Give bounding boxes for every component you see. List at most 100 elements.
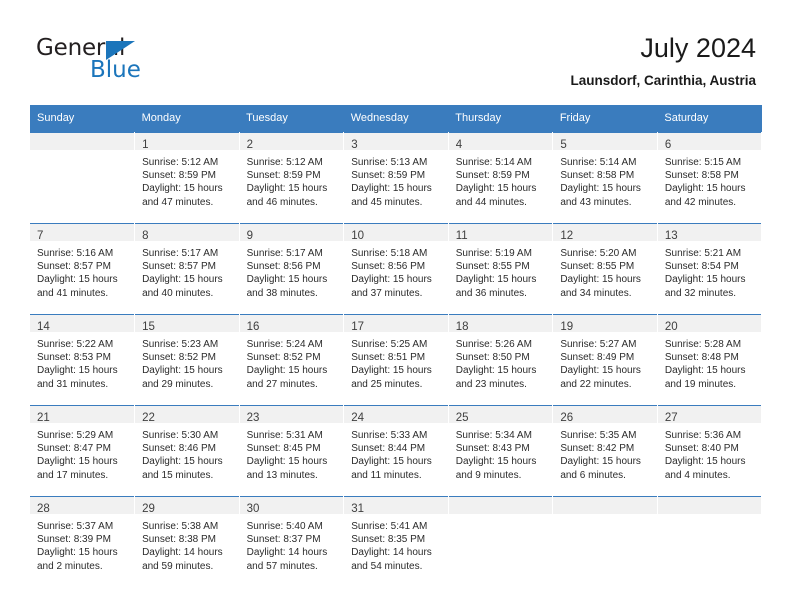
day-cell[interactable]: 26 Sunrise: 5:35 AM Sunset: 8:42 PM Dayl…	[552, 405, 658, 497]
daylight-text-line1: Daylight: 15 hours	[560, 456, 641, 468]
day-cell[interactable]: 25 Sunrise: 5:34 AM Sunset: 8:43 PM Dayl…	[448, 405, 554, 497]
day-number-band: 11	[448, 224, 553, 242]
day-number-band: 28	[30, 497, 135, 515]
day-cell[interactable]: 13 Sunrise: 5:21 AM Sunset: 8:54 PM Dayl…	[657, 223, 763, 315]
daylight-text-line2: and 17 minutes.	[37, 469, 109, 481]
sunrise-text: Sunrise: 5:21 AM	[664, 248, 742, 259]
day-cell[interactable]: 19 Sunrise: 5:27 AM Sunset: 8:49 PM Dayl…	[552, 314, 658, 406]
day-cell[interactable]: 14 Sunrise: 5:22 AM Sunset: 8:53 PM Dayl…	[30, 314, 136, 406]
day-cell[interactable]: 12 Sunrise: 5:20 AM Sunset: 8:55 PM Dayl…	[552, 223, 658, 315]
day-cell[interactable]: 11 Sunrise: 5:19 AM Sunset: 8:55 PM Dayl…	[448, 223, 554, 315]
daylight-text-line1: Daylight: 15 hours	[37, 456, 118, 468]
day-cell[interactable]: 30 Sunrise: 5:40 AM Sunset: 8:37 PM Dayl…	[239, 496, 345, 587]
daylight-text-line1: Daylight: 15 hours	[560, 365, 641, 377]
day-cell[interactable]: 2 Sunrise: 5:12 AM Sunset: 8:59 PM Dayli…	[239, 132, 345, 224]
day-cell[interactable]: 27 Sunrise: 5:36 AM Sunset: 8:40 PM Dayl…	[657, 405, 763, 497]
day-cell[interactable]: 9 Sunrise: 5:17 AM Sunset: 8:56 PM Dayli…	[239, 223, 345, 315]
calendar-week-row: 28 Sunrise: 5:37 AM Sunset: 8:39 PM Dayl…	[30, 496, 763, 587]
day-cell[interactable]: 6 Sunrise: 5:15 AM Sunset: 8:58 PM Dayli…	[657, 132, 763, 224]
day-number: 9	[246, 230, 254, 242]
calendar-week-row: 7 Sunrise: 5:16 AM Sunset: 8:57 PM Dayli…	[30, 223, 763, 315]
page-title: July 2024	[640, 33, 756, 63]
day-cell[interactable]: 20 Sunrise: 5:28 AM Sunset: 8:48 PM Dayl…	[657, 314, 763, 406]
day-cell[interactable]: 24 Sunrise: 5:33 AM Sunset: 8:44 PM Dayl…	[343, 405, 449, 497]
sunrise-text: Sunrise: 5:27 AM	[560, 339, 637, 350]
sunrise-text: Sunrise: 5:26 AM	[455, 339, 532, 350]
day-cell[interactable]: 18 Sunrise: 5:26 AM Sunset: 8:50 PM Dayl…	[448, 314, 554, 406]
day-number: 4	[455, 139, 463, 151]
day-number: 26	[560, 412, 574, 424]
day-cell-body: Sunrise: 5:27 AM Sunset: 8:49 PM Dayligh…	[553, 332, 657, 391]
weekday-header-thursday: Thursday	[448, 105, 553, 133]
day-number: 28	[37, 503, 50, 515]
day-cell[interactable]: 10 Sunrise: 5:18 AM Sunset: 8:56 PM Dayl…	[343, 223, 449, 315]
daylight-text-line1: Daylight: 15 hours	[37, 365, 118, 377]
day-cell-body: Sunrise: 5:12 AM Sunset: 8:59 PM Dayligh…	[135, 150, 239, 209]
daylight-text-line1: Daylight: 15 hours	[455, 183, 537, 195]
sunset-text: Sunset: 8:58 PM	[560, 170, 635, 182]
daylight-text-line1: Daylight: 15 hours	[246, 274, 328, 286]
day-number-band: 20	[657, 315, 762, 333]
sunrise-text: Sunrise: 5:25 AM	[351, 339, 428, 350]
day-cell[interactable]: 23 Sunrise: 5:31 AM Sunset: 8:45 PM Dayl…	[239, 405, 345, 497]
sunset-text: Sunset: 8:59 PM	[142, 170, 216, 182]
day-cell-empty	[30, 132, 136, 224]
day-number-band: 18	[448, 315, 553, 333]
day-number-band: 15	[135, 315, 239, 333]
day-cell[interactable]: 15 Sunrise: 5:23 AM Sunset: 8:52 PM Dayl…	[134, 314, 240, 406]
daylight-text-line2: and 36 minutes.	[455, 287, 527, 299]
daylight-text-line2: and 27 minutes.	[246, 378, 318, 390]
day-cell[interactable]: 29 Sunrise: 5:38 AM Sunset: 8:38 PM Dayl…	[134, 496, 240, 587]
weekday-header-saturday: Saturday	[657, 105, 762, 133]
day-cell[interactable]: 1 Sunrise: 5:12 AM Sunset: 8:59 PM Dayli…	[134, 132, 240, 224]
day-number-band: 8	[135, 224, 239, 242]
day-number: 2	[246, 139, 254, 151]
day-number-band	[448, 497, 553, 514]
day-number: 19	[560, 321, 574, 333]
day-number-band: 3	[344, 133, 448, 151]
day-cell[interactable]: 28 Sunrise: 5:37 AM Sunset: 8:39 PM Dayl…	[30, 496, 136, 587]
daylight-text-line2: and 57 minutes.	[246, 560, 318, 572]
day-cell[interactable]: 5 Sunrise: 5:14 AM Sunset: 8:58 PM Dayli…	[552, 132, 658, 224]
day-cell[interactable]: 7 Sunrise: 5:16 AM Sunset: 8:57 PM Dayli…	[30, 223, 136, 315]
day-cell-body: Sunrise: 5:12 AM Sunset: 8:59 PM Dayligh…	[240, 150, 344, 209]
daylight-text-line1: Daylight: 15 hours	[664, 274, 746, 286]
day-cell[interactable]: 8 Sunrise: 5:17 AM Sunset: 8:57 PM Dayli…	[134, 223, 240, 315]
daylight-text-line2: and 13 minutes.	[246, 469, 318, 481]
daylight-text-line1: Daylight: 15 hours	[664, 456, 746, 468]
weekday-header-sunday: Sunday	[30, 105, 135, 133]
day-cell[interactable]: 22 Sunrise: 5:30 AM Sunset: 8:46 PM Dayl…	[134, 405, 240, 497]
daylight-text-line2: and 38 minutes.	[246, 287, 318, 299]
day-number-band: 9	[239, 224, 344, 242]
day-cell[interactable]: 4 Sunrise: 5:14 AM Sunset: 8:59 PM Dayli…	[448, 132, 554, 224]
daylight-text-line2: and 29 minutes.	[142, 378, 214, 390]
sunrise-text: Sunrise: 5:41 AM	[351, 521, 428, 532]
day-cell[interactable]: 17 Sunrise: 5:25 AM Sunset: 8:51 PM Dayl…	[343, 314, 449, 406]
day-cell-body: Sunrise: 5:25 AM Sunset: 8:51 PM Dayligh…	[344, 332, 448, 391]
sunrise-text: Sunrise: 5:37 AM	[37, 521, 114, 532]
daylight-text-line2: and 19 minutes.	[664, 378, 737, 390]
daylight-text-line2: and 6 minutes.	[560, 469, 626, 481]
daylight-text-line1: Daylight: 15 hours	[142, 183, 223, 195]
day-number-band: 27	[657, 406, 762, 424]
day-cell[interactable]: 31 Sunrise: 5:41 AM Sunset: 8:35 PM Dayl…	[343, 496, 449, 587]
sunrise-text: Sunrise: 5:20 AM	[560, 248, 637, 259]
daylight-text-line1: Daylight: 15 hours	[664, 183, 746, 195]
daylight-text-line1: Daylight: 15 hours	[560, 274, 641, 286]
sunrise-text: Sunrise: 5:22 AM	[37, 339, 114, 350]
day-number-band: 17	[344, 315, 448, 333]
day-number-band: 21	[30, 406, 135, 424]
day-cell[interactable]: 21 Sunrise: 5:29 AM Sunset: 8:47 PM Dayl…	[30, 405, 136, 497]
general-blue-logo[interactable]: General Blue	[36, 36, 186, 84]
sunrise-text: Sunrise: 5:40 AM	[246, 521, 323, 532]
daylight-text-line1: Daylight: 15 hours	[351, 183, 432, 195]
sunset-text: Sunset: 8:57 PM	[142, 261, 216, 273]
day-number: 14	[37, 321, 50, 333]
sunrise-text: Sunrise: 5:14 AM	[455, 157, 532, 168]
day-cell[interactable]: 3 Sunrise: 5:13 AM Sunset: 8:59 PM Dayli…	[343, 132, 449, 224]
day-number: 30	[246, 503, 260, 515]
sunset-text: Sunset: 8:55 PM	[455, 261, 530, 273]
daylight-text-line1: Daylight: 15 hours	[246, 183, 328, 195]
sunset-text: Sunset: 8:59 PM	[351, 170, 426, 182]
day-cell[interactable]: 16 Sunrise: 5:24 AM Sunset: 8:52 PM Dayl…	[239, 314, 345, 406]
